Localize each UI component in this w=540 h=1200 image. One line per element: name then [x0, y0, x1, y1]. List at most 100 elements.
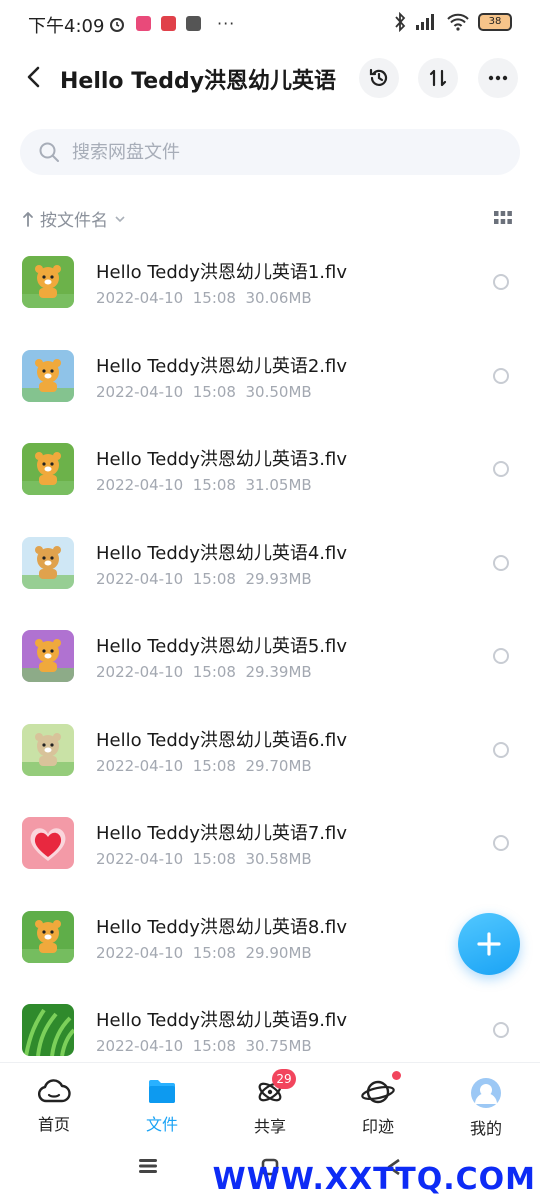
back-button[interactable] — [20, 60, 50, 94]
sort-bar: 按文件名 — [22, 204, 522, 234]
tab-home[interactable]: 首页 — [14, 1077, 94, 1139]
file-name: Hello Teddy洪恩幼儿英语1.flv — [96, 262, 348, 283]
avatar-icon — [471, 1078, 501, 1108]
file-name: Hello Teddy洪恩幼儿英语2.flv — [96, 355, 348, 377]
select-checkbox[interactable] — [493, 554, 509, 571]
file-row[interactable]: Hello Teddy洪恩幼儿英语6.flv 2022-04-10 15:08 … — [0, 702, 540, 796]
file-meta: 2022-04-10 15:08 30.06MB — [96, 289, 312, 307]
file-row[interactable]: Hello Teddy洪恩幼儿英语5.flv 2022-04-10 15:08 … — [0, 608, 540, 702]
file-meta: 2022-04-10 15:08 30.50MB — [96, 382, 312, 401]
app-notification-icon — [186, 16, 201, 31]
video-thumbnail — [22, 1004, 74, 1056]
heart-icon — [22, 817, 74, 869]
teddy-icon — [22, 349, 74, 402]
transfer-button[interactable] — [418, 58, 458, 98]
tab-home-label: 首页 — [37, 1115, 70, 1134]
chevron-down-icon — [115, 215, 125, 222]
file-row[interactable]: Hello Teddy洪恩幼儿英语4.flv 2022-04-10 15:08 … — [0, 515, 540, 609]
file-meta: 2022-04-10 15:08 31.05MB — [96, 476, 312, 494]
history-button[interactable] — [359, 58, 399, 98]
file-row[interactable]: Hello Teddy洪恩幼儿英语3.flv 2022-04-10 15:08 … — [0, 421, 540, 515]
file-meta: 2022-04-10 15:08 30.75MB — [96, 1037, 312, 1055]
file-row[interactable]: Hello Teddy洪恩幼儿英语7.flv 2022-04-10 15:08 … — [0, 795, 540, 889]
page-title: Hello Teddy洪恩幼儿英语 — [60, 69, 337, 94]
file-meta: 2022-04-10 15:08 29.93MB — [96, 569, 312, 588]
grid-view-icon — [494, 211, 512, 224]
folder-icon — [149, 1080, 175, 1103]
view-toggle-button[interactable] — [494, 210, 512, 229]
teddy-icon — [22, 256, 74, 308]
select-checkbox[interactable] — [493, 741, 509, 758]
tab-mine[interactable]: 我的 — [446, 1077, 526, 1139]
sort-selector[interactable]: 按文件名 — [22, 206, 126, 231]
teddy-icon — [22, 723, 74, 776]
select-checkbox[interactable] — [493, 367, 509, 384]
file-name: Hello Teddy洪恩幼儿英语5.flv — [96, 636, 348, 657]
recents-button[interactable] — [138, 1158, 158, 1178]
file-name: Hello Teddy洪恩幼儿英语9.flv — [96, 1010, 348, 1031]
file-row[interactable]: Hello Teddy洪恩幼儿英语1.flv 2022-04-10 15:08 … — [0, 234, 540, 328]
file-meta: 2022-04-10 15:08 30.58MB — [96, 850, 312, 868]
tab-share-label: 共享 — [253, 1117, 286, 1136]
add-button[interactable] — [458, 913, 520, 975]
search-input[interactable] — [72, 141, 472, 163]
planet-icon — [361, 1080, 395, 1104]
tab-trace[interactable]: 印迹 — [338, 1071, 418, 1139]
tab-share[interactable]: 29 共享 — [230, 1069, 310, 1139]
file-name: Hello Teddy洪恩幼儿英语3.flv — [96, 449, 348, 470]
transfer-icon — [429, 69, 447, 87]
more-icon — [488, 75, 508, 81]
file-meta: 2022-04-10 15:08 29.70MB — [96, 756, 312, 775]
tab-files-label: 文件 — [145, 1115, 178, 1134]
select-checkbox[interactable] — [493, 461, 509, 477]
search-bar[interactable] — [20, 129, 520, 175]
file-name: Hello Teddy洪恩幼儿英语8.flv — [96, 916, 348, 938]
video-thumbnail — [22, 349, 74, 402]
file-meta: 2022-04-10 15:08 29.90MB — [96, 943, 312, 962]
bluetooth-icon — [395, 12, 406, 32]
file-name: Hello Teddy洪恩幼儿英语7.flv — [96, 823, 348, 844]
video-thumbnail — [22, 256, 74, 308]
teddy-icon — [22, 443, 74, 495]
bottom-nav: 首页 文件 29 共享 印迹 我的 — [0, 1062, 540, 1142]
signal-icon — [416, 14, 434, 30]
video-thumbnail — [22, 723, 74, 776]
battery-icon: 38 — [478, 13, 512, 31]
tab-mine-label: 我的 — [469, 1119, 502, 1138]
wifi-icon — [447, 13, 469, 31]
history-icon — [369, 68, 388, 86]
file-row[interactable]: Hello Teddy洪恩幼儿英语2.flv 2022-04-10 15:08 … — [0, 328, 540, 422]
grass-icon — [22, 1004, 74, 1056]
video-thumbnail — [22, 536, 74, 589]
select-checkbox[interactable] — [493, 835, 509, 851]
more-button[interactable] — [478, 58, 518, 98]
video-thumbnail — [22, 817, 74, 869]
alarm-icon — [110, 17, 124, 32]
home-cloud-icon — [37, 1079, 71, 1103]
teddy-icon — [22, 630, 74, 682]
more-notifications-icon: ··· — [217, 14, 236, 33]
notification-dot — [392, 1071, 401, 1080]
menu-icon — [139, 1159, 157, 1173]
status-time: 下午4:09 — [28, 16, 105, 37]
file-name: Hello Teddy洪恩幼儿英语6.flv — [96, 729, 348, 751]
file-meta: 2022-04-10 15:08 29.39MB — [96, 663, 312, 681]
app-notification-icon — [161, 16, 176, 31]
chevron-left-icon — [27, 66, 40, 88]
file-name: Hello Teddy洪恩幼儿英语4.flv — [96, 542, 348, 564]
share-badge: 29 — [272, 1069, 296, 1089]
tab-files[interactable]: 文件 — [122, 1077, 202, 1139]
top-bar: Hello Teddy洪恩幼儿英语 — [0, 50, 540, 106]
select-checkbox[interactable] — [493, 648, 509, 664]
watermark: WWW.XXTTQ.COM — [212, 1162, 536, 1197]
search-icon — [39, 142, 59, 162]
teddy-icon — [22, 910, 74, 963]
select-checkbox[interactable] — [493, 1022, 509, 1038]
plus-icon — [477, 932, 501, 956]
app-notification-icon — [136, 16, 151, 31]
sort-arrow-icon — [23, 211, 33, 227]
video-thumbnail — [22, 443, 74, 495]
select-checkbox[interactable] — [493, 274, 509, 290]
teddy-icon — [22, 536, 74, 589]
video-thumbnail — [22, 910, 74, 963]
